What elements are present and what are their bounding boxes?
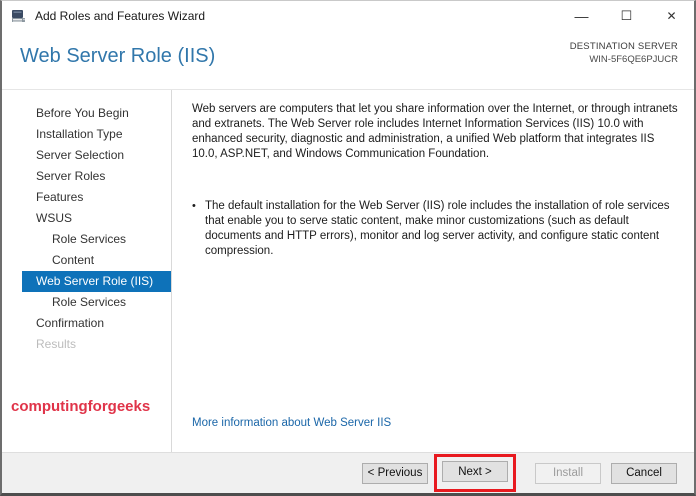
- footer-button-bar: < Previous Next > Install Cancel: [2, 452, 694, 493]
- destination-server-name: WIN-5F6QE6PJUCR: [589, 54, 678, 65]
- wizard-body: Before You Begin Installation Type Serve…: [2, 90, 694, 452]
- intro-paragraph: Web servers are computers that let you s…: [192, 103, 678, 160]
- wizard-steps-sidebar: Before You Begin Installation Type Serve…: [2, 90, 172, 452]
- install-button: Install: [535, 462, 601, 484]
- close-icon[interactable]: ✕: [649, 1, 694, 31]
- wizard-header: Web Server Role (IIS) DESTINATION SERVER…: [2, 31, 694, 90]
- sidebar-item-features[interactable]: Features: [22, 187, 171, 208]
- sidebar-item-before-you-begin[interactable]: Before You Begin: [22, 103, 171, 124]
- sidebar-item-results: Results: [36, 337, 77, 351]
- sidebar-item-wsus-content[interactable]: Content: [22, 250, 171, 271]
- bullet-paragraph: The default installation for the Web Ser…: [205, 200, 670, 257]
- more-information-link[interactable]: More information about Web Server IIS: [192, 417, 391, 429]
- destination-server-label: DESTINATION SERVER: [569, 41, 678, 52]
- sidebar-item-iis-role-services[interactable]: Role Services: [22, 292, 171, 313]
- sidebar-item-server-roles[interactable]: Server Roles: [22, 166, 171, 187]
- sidebar-item-server-selection[interactable]: Server Selection: [22, 145, 171, 166]
- bullet-item: • The default installation for the Web S…: [192, 199, 680, 259]
- sidebar-item-confirmation[interactable]: Confirmation: [22, 313, 171, 334]
- page-title: Web Server Role (IIS): [20, 45, 216, 67]
- maximize-icon[interactable]: ☐: [604, 1, 649, 31]
- page-content: Web servers are computers that let you s…: [172, 90, 694, 452]
- next-button[interactable]: Next >: [442, 461, 508, 482]
- cancel-button[interactable]: Cancel: [611, 462, 677, 484]
- bullet-icon: •: [192, 200, 196, 212]
- titlebar: Add Roles and Features Wizard — ☐ ✕: [2, 1, 694, 31]
- sidebar-item-wsus[interactable]: WSUS: [22, 208, 171, 229]
- wizard-app-icon: [12, 10, 25, 22]
- watermark-text: computingforgeeks: [11, 398, 151, 415]
- sidebar-item-web-server-role-iis[interactable]: Web Server Role (IIS): [22, 271, 171, 292]
- wizard-window: Add Roles and Features Wizard — ☐ ✕ Web …: [0, 0, 696, 496]
- sidebar-item-installation-type[interactable]: Installation Type: [22, 124, 171, 145]
- previous-button[interactable]: < Previous: [362, 462, 428, 484]
- red-annotation-box: Next >: [434, 454, 516, 492]
- minimize-icon[interactable]: —: [559, 1, 604, 31]
- destination-server-block: DESTINATION SERVER WIN-5F6QE6PJUCR: [570, 40, 678, 66]
- sidebar-item-wsus-role-services[interactable]: Role Services: [22, 229, 171, 250]
- window-title: Add Roles and Features Wizard: [35, 9, 206, 23]
